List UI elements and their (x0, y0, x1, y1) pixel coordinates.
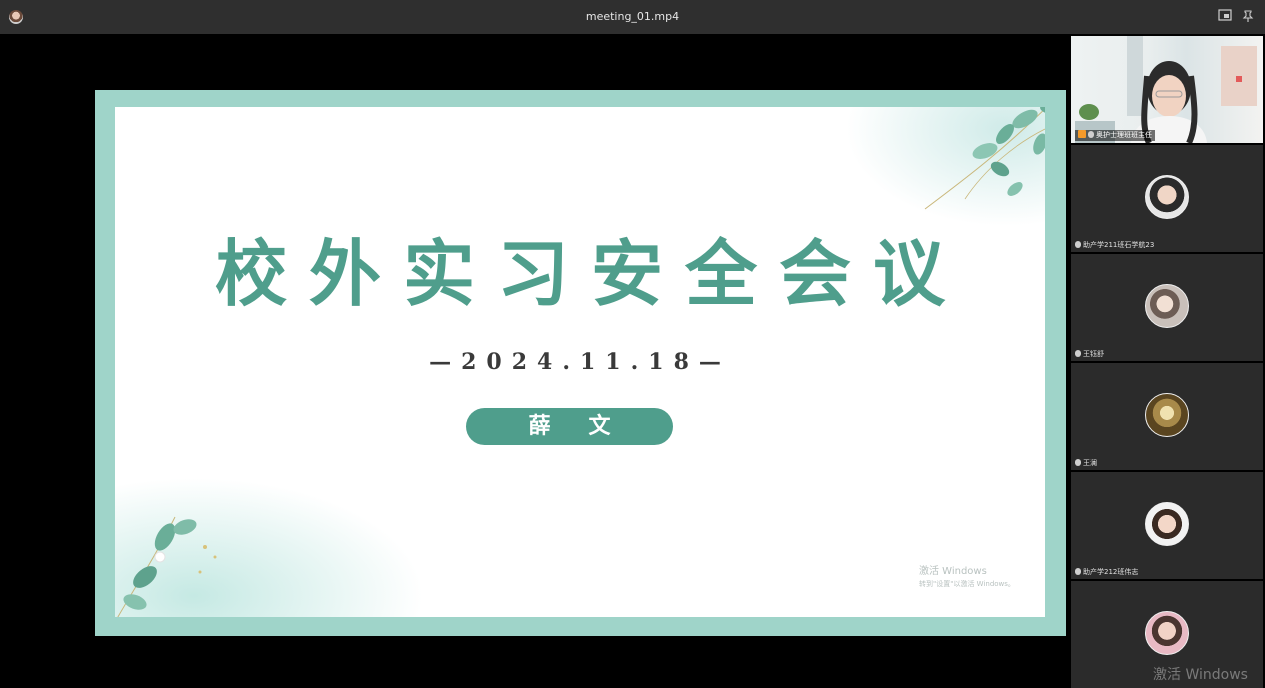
pip-icon[interactable] (1217, 9, 1233, 25)
participant-name: 助产学211班石学航23 (1075, 240, 1154, 250)
leaf-decoration-icon (117, 516, 217, 617)
presenter-name: 薛文晔 (466, 408, 673, 476)
host-badge-icon (1078, 130, 1086, 138)
title-bar: meeting_01.mp4 (0, 0, 1265, 34)
participant-name: 奥护士理班班主任 (1075, 130, 1155, 141)
watermark-title: 激活 Windows (919, 566, 987, 577)
participant-name: 助产学212班伟志 (1075, 567, 1138, 577)
mic-icon (1075, 568, 1081, 575)
window-title: meeting_01.mp4 (585, 10, 680, 23)
slide-content: 校外实习安全会议 —2024.11.18— 薛文晔 激活 Windows 转到"… (115, 107, 1045, 617)
mic-icon (1075, 241, 1081, 248)
activation-watermark: 激活 Windows 转到"设置"以激活 Windows。 (919, 565, 1015, 591)
slide-title: 校外实习安全会议 (214, 231, 967, 316)
participant-name: 王澜 (1075, 458, 1097, 468)
avatar (1145, 611, 1189, 655)
watermark-subtitle: 转到"设置"以激活 Windows。 (919, 580, 1015, 588)
pin-icon[interactable] (1240, 9, 1256, 25)
avatar (1145, 284, 1189, 328)
avatar (1145, 502, 1189, 546)
camera-video-icon (1075, 36, 1257, 143)
participant-name: 王钰舒 (1075, 349, 1104, 359)
participant-panel[interactable]: 奥护士理班班主任 助产学211班石学航23 王钰舒 王澜 助产学212班伟志 (1069, 34, 1265, 688)
participant-tile[interactable]: 王钰舒 (1071, 254, 1263, 361)
presentation-slide: 校外实习安全会议 —2024.11.18— 薛文晔 激活 Windows 转到"… (95, 90, 1066, 636)
avatar (1145, 393, 1189, 437)
participant-tile[interactable]: 助产学212班伟志 (1071, 472, 1263, 579)
slide-date: —2024.11.18— (429, 349, 731, 375)
avatar (1145, 175, 1189, 219)
participant-tile-host[interactable]: 奥护士理班班主任 (1071, 36, 1263, 143)
mic-icon (1075, 350, 1081, 357)
mic-icon (1088, 131, 1094, 138)
mic-icon (1075, 459, 1081, 466)
leaf-decoration-icon (924, 107, 1045, 210)
participant-tile[interactable]: 王澜 (1071, 363, 1263, 470)
activation-watermark-corner: 激活 Windows (1153, 667, 1248, 683)
shared-screen: 校外实习安全会议 —2024.11.18— 薛文晔 激活 Windows 转到"… (0, 34, 1069, 678)
participant-tile[interactable]: 助产学211班石学航23 (1071, 145, 1263, 252)
